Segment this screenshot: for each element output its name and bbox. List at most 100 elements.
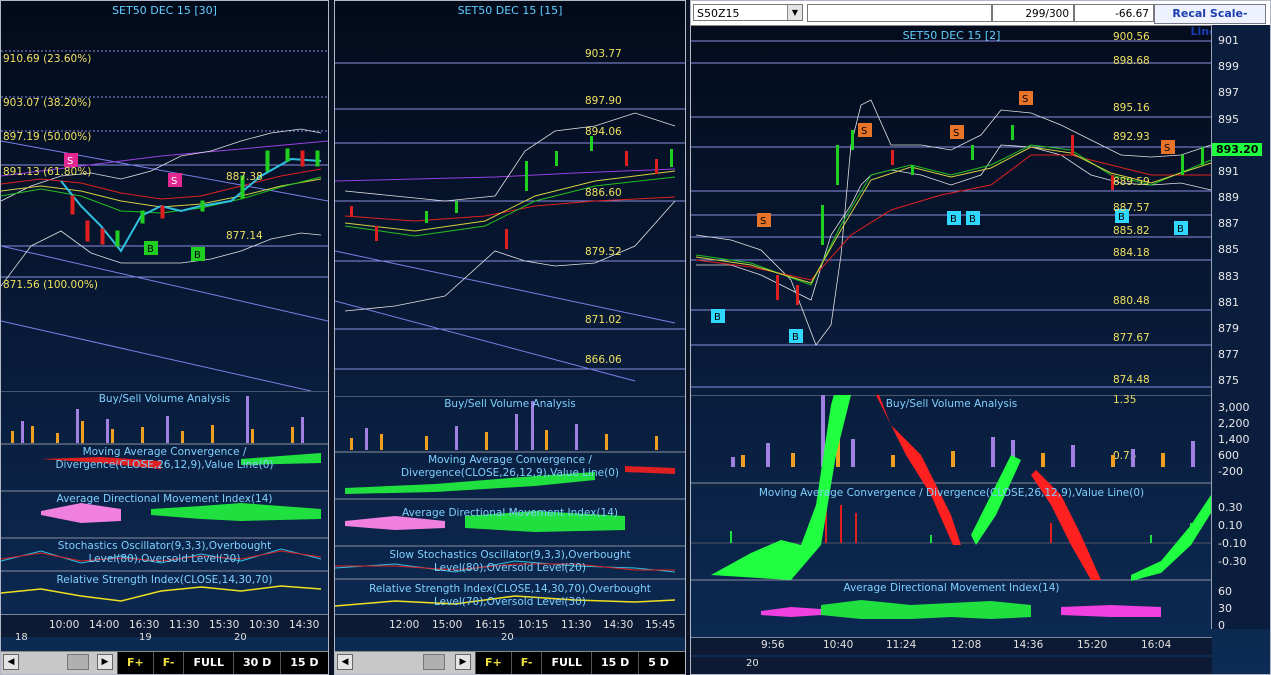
time-label: 15:30 <box>209 619 240 631</box>
level-label: 889.59 <box>1113 176 1150 188</box>
level-label: 895.16 <box>1113 102 1150 114</box>
indicator-label: Relative Strength Index(CLOSE,14,30,70) <box>56 574 273 586</box>
sell-signal[interactable]: S <box>760 216 766 227</box>
time-label: 16:30 <box>129 619 160 631</box>
sell-signal[interactable]: S <box>1022 94 1028 105</box>
fib-label: 903.07 (38.20%) <box>3 97 92 109</box>
indicator-label: Buy/Sell Volume Analysis <box>444 398 576 410</box>
level-label: 880.48 <box>1113 295 1150 307</box>
time-label: 16:04 <box>1141 639 1172 651</box>
zoom-out-button[interactable]: F- <box>152 652 184 674</box>
indicator-panes <box>1 391 328 602</box>
time-label: 12:00 <box>389 619 420 631</box>
chart-toolbar: F+ F- FULL 30 D 15 D <box>117 652 328 674</box>
scroll-left-icon[interactable]: ◀ <box>337 654 353 670</box>
range-5d-button[interactable]: 5 D <box>638 652 678 674</box>
scroll-left-icon[interactable]: ◀ <box>3 654 19 670</box>
level-label: 900.56 <box>1113 31 1150 43</box>
time-label: 15:00 <box>432 619 463 631</box>
indicator-label: Buy/Sell Volume Analysis <box>885 398 1018 410</box>
price-label: 886.60 <box>585 187 622 199</box>
price-tick: 887 <box>1218 217 1239 230</box>
chart-panel-2[interactable]: S50Z15 ▼ 299/300 -66.67 Recal Scale-Linea… <box>690 0 1271 675</box>
scroll-right-icon[interactable]: ▶ <box>97 654 113 670</box>
time-label: 9:56 <box>761 639 785 651</box>
level-label: 884.18 <box>1113 247 1150 259</box>
range-30d-button[interactable]: 30 D <box>232 652 280 674</box>
range-15d-button[interactable]: 15 D <box>590 652 638 674</box>
range-15d-button[interactable]: 15 D <box>280 652 327 674</box>
symbol-select[interactable]: S50Z15 ▼ <box>693 4 803 21</box>
indicator-label: Slow Stochastics Oscillator(9,3,3),Overb… <box>389 549 631 574</box>
price-label: 866.06 <box>585 354 622 366</box>
buy-signal[interactable]: B <box>1177 224 1184 235</box>
volume-tick: -200 <box>1218 465 1243 478</box>
date-label: 20 <box>501 632 514 643</box>
time-label: 10:40 <box>823 639 854 651</box>
buy-signal[interactable]: B <box>950 214 957 225</box>
sell-signal[interactable]: S <box>953 128 959 139</box>
indicator-label: Stochastics Oscillator(9,3,3),Overbought… <box>57 540 272 565</box>
fib-label: 910.69 (23.60%) <box>3 53 92 65</box>
price-scale[interactable]: 901 899 897 895 893.20 891 889 887 885 8… <box>1211 25 1270 632</box>
price-label: 877.14 <box>226 230 263 242</box>
price-tick: 881 <box>1218 296 1239 309</box>
zoom-out-button[interactable]: F- <box>510 652 542 674</box>
sell-signal[interactable]: S <box>1164 143 1170 154</box>
buy-signal[interactable]: B <box>714 312 721 323</box>
buy-signal[interactable]: B <box>969 214 976 225</box>
indicator-label: Buy/Sell Volume Analysis <box>98 393 231 405</box>
full-button[interactable]: FULL <box>541 652 590 674</box>
macd-tick: -0.10 <box>1218 537 1247 550</box>
chart-panel-30[interactable]: SET50 DEC 15 [30] S S B B 910.69 (23.60%… <box>0 0 329 675</box>
change-field: -66.67 <box>1074 4 1154 22</box>
time-label: 10:30 <box>249 619 280 631</box>
price-tick: 897 <box>1218 86 1239 99</box>
recal-scale-button[interactable]: Recal Scale-Linear <box>1154 4 1266 38</box>
price-tick: 899 <box>1218 60 1239 73</box>
scroll-thumb[interactable] <box>67 654 89 670</box>
sell-signal[interactable]: S <box>861 126 867 137</box>
fib-label: 871.56 (100.00%) <box>3 279 98 291</box>
sell-signal[interactable]: S <box>171 176 177 187</box>
level-label: 887.57 <box>1113 202 1150 214</box>
price-tick: 889 <box>1218 191 1239 204</box>
volume-tick: 2,200 <box>1218 417 1250 430</box>
price-tick: 875 <box>1218 374 1239 387</box>
price-tick: 877 <box>1218 348 1239 361</box>
indicator-label: Relative Strength Index(CLOSE,14,30,70),… <box>369 583 651 608</box>
full-button[interactable]: FULL <box>183 652 232 674</box>
buy-signal[interactable]: B <box>147 244 154 255</box>
scrollbar[interactable]: ◀ ▶ F+ F- FULL 15 D5 D <box>335 651 685 674</box>
date-label: 19 <box>139 632 152 643</box>
scrollbar[interactable]: ◀ ▶ F+ F- FULL 30 D 15 D <box>1 651 328 674</box>
buy-signal[interactable]: B <box>194 250 201 261</box>
indicator-label: Average Directional Movement Index(14) <box>843 582 1060 594</box>
scroll-right-icon[interactable]: ▶ <box>455 654 471 670</box>
price-label: 879.52 <box>585 246 622 258</box>
time-label: 10:00 <box>49 619 80 631</box>
level-label: 898.68 <box>1113 55 1150 67</box>
volume-tick: 3,000 <box>1218 401 1250 414</box>
chart-panel-15[interactable]: SET50 DEC 15 [15] 903.77 897.90 894.06 8… <box>334 0 686 675</box>
buy-signal[interactable]: B <box>792 332 799 343</box>
current-price: 893.20 <box>1212 143 1263 156</box>
price-tick: 895 <box>1218 113 1239 126</box>
time-label: 15:20 <box>1077 639 1108 651</box>
time-label: 12:08 <box>951 639 982 651</box>
header-field <box>807 4 992 22</box>
date-label: 18 <box>15 632 28 643</box>
indicator-label: Moving Average Convergence / Divergence(… <box>758 487 1145 499</box>
chevron-down-icon[interactable]: ▼ <box>787 5 802 20</box>
zoom-in-button[interactable]: F+ <box>117 652 153 674</box>
time-label: 11:30 <box>561 619 592 631</box>
macd-tick: -0.30 <box>1218 555 1247 568</box>
price-chart[interactable] <box>335 1 685 396</box>
time-label: 14:30 <box>289 619 320 631</box>
zoom-in-button[interactable]: F+ <box>475 652 511 674</box>
scroll-thumb[interactable] <box>423 654 445 670</box>
adx-tick: 0 <box>1218 619 1225 632</box>
fib-label: 891.13 (61.80%) <box>3 166 92 178</box>
indicator-label: Average Directional Movement Index(14) <box>56 493 273 505</box>
indicator-label: Moving Average Convergence / Divergence(… <box>400 454 620 479</box>
